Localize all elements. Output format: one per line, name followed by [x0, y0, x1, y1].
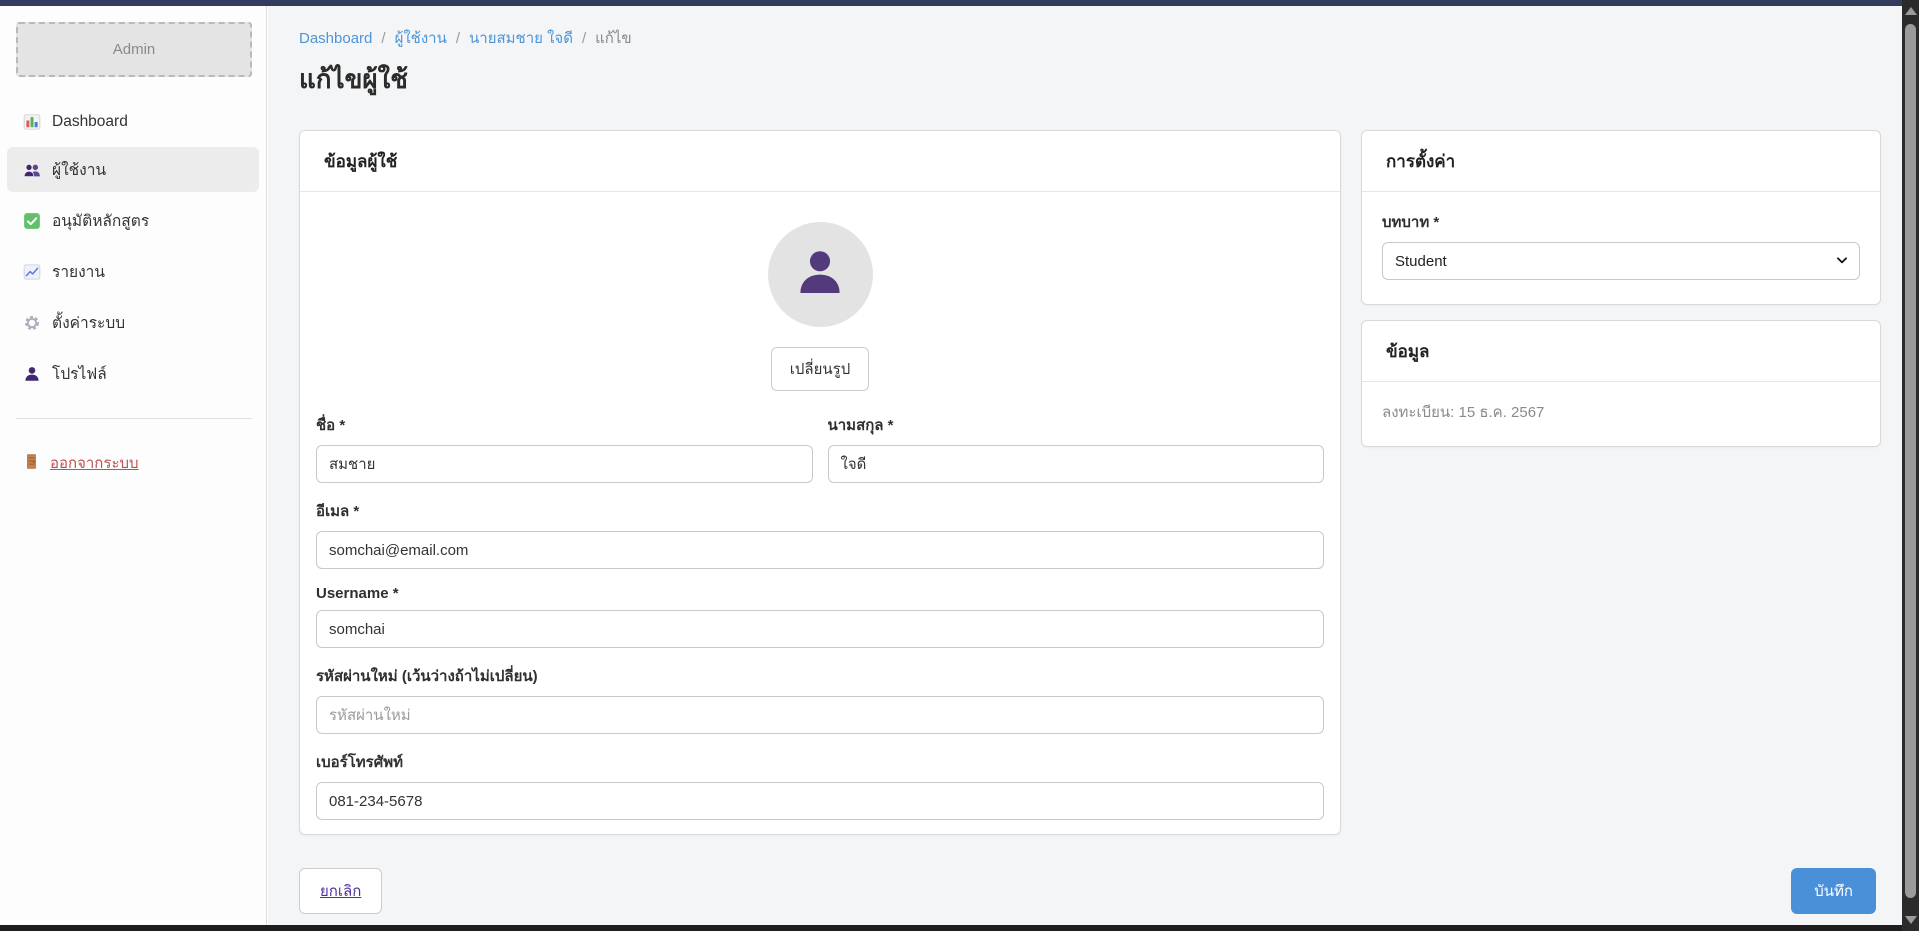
info-card: ข้อมูล ลงทะเบียน: 15 ธ.ค. 2567: [1361, 320, 1881, 447]
page-title: แก้ไขผู้ใช้: [299, 59, 408, 100]
scroll-up-icon[interactable]: [1905, 7, 1917, 15]
first-name-group: ชื่อ *: [316, 413, 813, 483]
gear-icon: [23, 314, 41, 332]
sidebar-item-label: ตั้งค่าระบบ: [52, 310, 125, 335]
person-icon: [792, 244, 848, 305]
phone-group: เบอร์โทรศัพท์: [316, 750, 1324, 820]
admin-logo-label: Admin: [113, 41, 156, 58]
logout-link[interactable]: ออกจากระบบ: [7, 443, 259, 483]
email-field[interactable]: [316, 531, 1324, 569]
registered-date-text: ลงทะเบียน: 15 ธ.ค. 2567: [1362, 382, 1880, 446]
user-info-card-title: ข้อมูลผู้ใช้: [300, 131, 1340, 192]
breadcrumb-current: แก้ไข: [595, 26, 632, 50]
user-info-card: ข้อมูลผู้ใช้ เปลี่ยนรูป ชื่อ *: [299, 130, 1341, 835]
sidebar-item-label: ผู้ใช้งาน: [52, 157, 106, 182]
sidebar-item-profile[interactable]: โปรไฟล์: [7, 351, 259, 396]
sidebar-item-approve-courses[interactable]: อนุมัติหลักสูตร: [7, 198, 259, 243]
last-name-group: นามสกุล *: [828, 413, 1325, 483]
trend-chart-icon: [23, 263, 41, 281]
last-name-label: นามสกุล *: [828, 413, 1325, 437]
phone-label: เบอร์โทรศัพท์: [316, 750, 1324, 774]
check-icon: [23, 212, 41, 230]
breadcrumb-separator: /: [582, 30, 586, 47]
vertical-scrollbar[interactable]: [1902, 0, 1919, 931]
bar-chart-icon: [23, 113, 41, 131]
avatar: [768, 222, 873, 327]
change-photo-button[interactable]: เปลี่ยนรูป: [771, 347, 869, 391]
breadcrumb-dashboard[interactable]: Dashboard: [299, 30, 372, 47]
settings-card: การตั้งค่า บทบาท * Student: [1361, 130, 1881, 305]
sidebar-item-label: รายงาน: [52, 259, 105, 284]
breadcrumb-separator: /: [381, 30, 385, 47]
breadcrumb-separator: /: [456, 30, 460, 47]
sidebar-item-users[interactable]: ผู้ใช้งาน: [7, 147, 259, 192]
new-password-field[interactable]: [316, 696, 1324, 734]
save-button[interactable]: บันทึก: [1791, 868, 1876, 914]
sidebar-item-label: อนุมัติหลักสูตร: [52, 208, 149, 233]
window-top-bar: [0, 0, 1919, 6]
new-password-group: รหัสผ่านใหม่ (เว้นว่างถ้าไม่เปลี่ยน): [316, 664, 1324, 734]
sidebar-item-dashboard[interactable]: Dashboard: [7, 103, 259, 141]
cancel-button[interactable]: ยกเลิก: [299, 868, 382, 914]
breadcrumb: Dashboard / ผู้ใช้งาน / นายสมชาย ใจดี / …: [299, 26, 632, 50]
right-column: การตั้งค่า บทบาท * Student ข้อมูล ลงทะเบ: [1361, 130, 1881, 447]
username-group: Username *: [316, 585, 1324, 648]
breadcrumb-users[interactable]: ผู้ใช้งาน: [395, 26, 447, 50]
sidebar-nav: Dashboard ผู้ใช้งาน: [0, 103, 266, 396]
username-field[interactable]: [316, 610, 1324, 648]
new-password-label: รหัสผ่านใหม่ (เว้นว่างถ้าไม่เปลี่ยน): [316, 664, 1324, 688]
sidebar-divider: [16, 418, 252, 419]
last-name-field[interactable]: [828, 445, 1325, 483]
cancel-button-label: ยกเลิก: [320, 883, 361, 900]
role-select[interactable]: Student: [1382, 242, 1860, 280]
avatar-section: เปลี่ยนรูป: [300, 192, 1340, 391]
email-group: อีเมล *: [316, 499, 1324, 569]
logout-label: ออกจากระบบ: [50, 451, 139, 475]
main-content: Dashboard / ผู้ใช้งาน / นายสมชาย ใจดี / …: [268, 6, 1902, 925]
sidebar: Admin Dashboard: [0, 6, 267, 925]
person-icon: [23, 365, 41, 383]
email-label: อีเมล *: [316, 499, 1324, 523]
scrollbar-thumb[interactable]: [1905, 24, 1916, 898]
info-card-title: ข้อมูล: [1362, 321, 1880, 382]
first-name-label: ชื่อ *: [316, 413, 813, 437]
sidebar-item-label: โปรไฟล์: [52, 361, 107, 386]
first-name-field[interactable]: [316, 445, 813, 483]
sidebar-item-label: Dashboard: [52, 113, 128, 131]
window-bottom-bar: [0, 925, 1919, 931]
breadcrumb-user-name[interactable]: นายสมชาย ใจดี: [469, 26, 573, 50]
user-form: ชื่อ * นามสกุล * อีเมล * Username * รหัส…: [300, 391, 1340, 820]
role-label: บทบาท *: [1382, 210, 1860, 234]
users-icon: [23, 161, 41, 179]
door-icon: [23, 453, 40, 474]
scroll-down-icon[interactable]: [1905, 916, 1917, 924]
settings-card-title: การตั้งค่า: [1362, 131, 1880, 192]
username-label: Username *: [316, 585, 1324, 602]
admin-logo-placeholder: Admin: [16, 22, 252, 77]
phone-field[interactable]: [316, 782, 1324, 820]
sidebar-item-system-settings[interactable]: ตั้งค่าระบบ: [7, 300, 259, 345]
sidebar-item-reports[interactable]: รายงาน: [7, 249, 259, 294]
